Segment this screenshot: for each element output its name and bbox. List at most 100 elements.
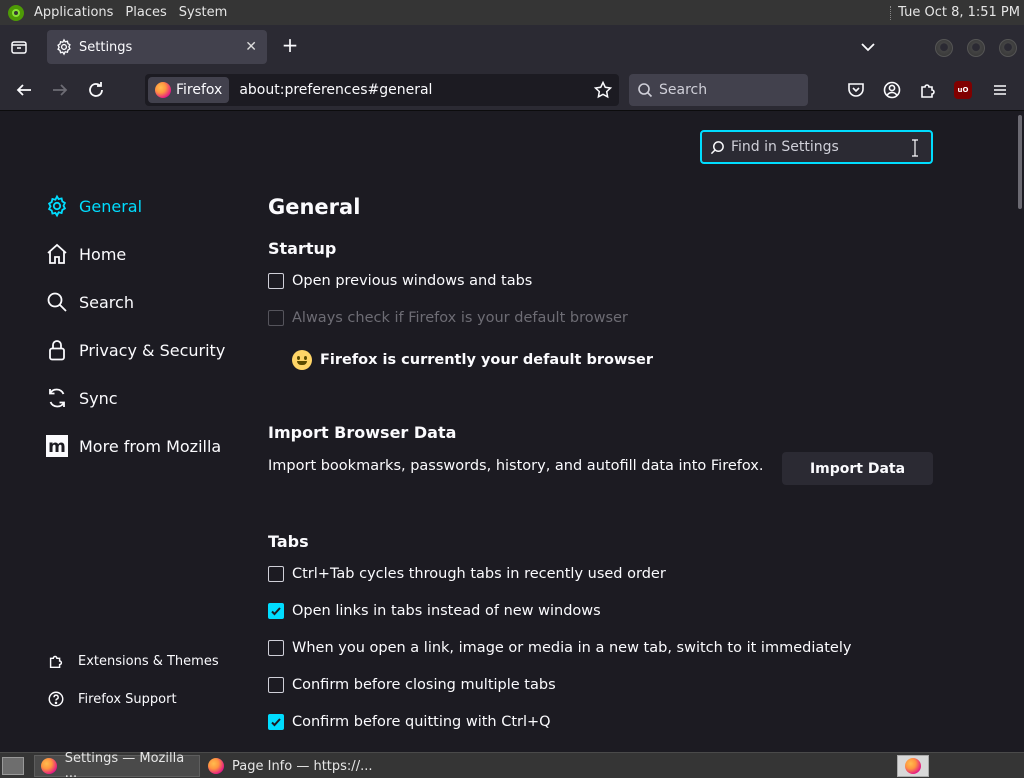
identity-label: Firefox bbox=[176, 82, 223, 98]
search-icon bbox=[47, 292, 67, 312]
switch-to-new-tab-option[interactable]: When you open a link, image or media in … bbox=[268, 637, 851, 659]
clock[interactable]: Tue Oct 8, 1:51 PM bbox=[898, 5, 1020, 20]
option-label: Open links in tabs instead of new window… bbox=[292, 603, 601, 619]
sidebar-item-label: Search bbox=[79, 292, 134, 312]
lock-icon bbox=[49, 340, 65, 361]
firefox-logo-icon bbox=[155, 82, 171, 98]
taskbar-item-page-info[interactable]: Page Info — https://... bbox=[202, 755, 382, 777]
option-label: Ctrl+Tab cycles through tabs in recently… bbox=[292, 566, 666, 582]
hamburger-menu-icon[interactable] bbox=[990, 80, 1010, 100]
option-label: Open previous windows and tabs bbox=[292, 273, 533, 289]
checkbox[interactable] bbox=[268, 677, 284, 693]
import-data-button[interactable]: Import Data bbox=[782, 452, 933, 485]
sync-icon bbox=[49, 388, 65, 408]
minimize-window-button[interactable] bbox=[935, 39, 953, 57]
scrollbar-thumb[interactable] bbox=[1018, 115, 1022, 209]
top-panel: Applications Places System Tue Oct 8, 1:… bbox=[0, 0, 1024, 25]
navigation-toolbar: Firefox about:preferences#general Search… bbox=[0, 69, 1024, 111]
reload-icon[interactable] bbox=[86, 80, 106, 100]
sidebar-item-privacy[interactable]: Privacy & Security bbox=[45, 335, 225, 365]
pocket-icon[interactable] bbox=[846, 80, 866, 100]
home-icon bbox=[47, 243, 67, 264]
checkbox-checked[interactable] bbox=[268, 603, 284, 619]
smiley-face-icon bbox=[292, 350, 312, 370]
sidebar-item-home[interactable]: Home bbox=[45, 239, 126, 269]
text-cursor-icon bbox=[912, 139, 918, 157]
tab-strip: Settings ✕ + bbox=[0, 25, 1024, 69]
close-window-button[interactable] bbox=[999, 39, 1017, 57]
sidebar-item-general[interactable]: General bbox=[45, 191, 142, 221]
confirm-quitting-option[interactable]: Confirm before quitting with Ctrl+Q bbox=[268, 711, 551, 733]
default-browser-note: Firefox is currently your default browse… bbox=[292, 347, 653, 373]
ublock-origin-icon[interactable]: uO bbox=[954, 81, 972, 99]
show-desktop-button[interactable] bbox=[2, 757, 24, 775]
import-description: Import bookmarks, passwords, history, an… bbox=[268, 458, 764, 474]
search-icon bbox=[638, 83, 653, 98]
clock-area[interactable]: Tue Oct 8, 1:51 PM bbox=[890, 0, 1020, 25]
svg-text:m: m bbox=[48, 437, 66, 457]
taskbar: Settings — Mozilla ... Page Info — https… bbox=[0, 751, 1024, 778]
extensions-themes-link[interactable]: Extensions & Themes bbox=[47, 650, 219, 672]
identity-box[interactable]: Firefox bbox=[148, 77, 230, 103]
task-title: Page Info — https://... bbox=[232, 758, 373, 774]
import-browser-data-heading: Import Browser Data bbox=[268, 423, 457, 442]
checkbox[interactable] bbox=[268, 273, 284, 289]
firefox-logo-icon bbox=[41, 758, 57, 774]
extensions-puzzle-icon[interactable] bbox=[918, 80, 938, 100]
option-label: Confirm before quitting with Ctrl+Q bbox=[292, 714, 551, 730]
default-browser-text: Firefox is currently your default browse… bbox=[320, 352, 653, 368]
close-tab-icon[interactable]: ✕ bbox=[245, 39, 257, 55]
always-check-default-option: Always check if Firefox is your default … bbox=[268, 307, 628, 329]
option-label: Always check if Firefox is your default … bbox=[292, 310, 628, 326]
bookmark-star-icon[interactable] bbox=[593, 80, 613, 100]
back-arrow-icon[interactable] bbox=[14, 80, 34, 100]
mozilla-m-icon: m bbox=[46, 435, 68, 457]
option-label: Confirm before closing multiple tabs bbox=[292, 677, 556, 693]
firefox-view-icon[interactable] bbox=[9, 37, 29, 57]
open-previous-windows-option[interactable]: Open previous windows and tabs bbox=[268, 270, 532, 292]
task-title: Settings — Mozilla ... bbox=[64, 751, 185, 778]
new-tab-button[interactable]: + bbox=[279, 35, 301, 57]
sidebar-item-sync[interactable]: Sync bbox=[45, 383, 118, 413]
open-links-in-tabs-option[interactable]: Open links in tabs instead of new window… bbox=[268, 600, 601, 622]
workspace-switcher[interactable] bbox=[897, 755, 929, 777]
sidebar-item-search[interactable]: Search bbox=[45, 287, 134, 317]
forward-arrow-icon[interactable] bbox=[50, 80, 70, 100]
firefox-support-link[interactable]: Firefox Support bbox=[47, 688, 177, 710]
help-icon bbox=[48, 691, 64, 707]
menu-places[interactable]: Places bbox=[119, 0, 172, 25]
account-icon[interactable] bbox=[882, 80, 902, 100]
url-text[interactable]: about:preferences#general bbox=[239, 82, 432, 98]
firefox-logo-icon bbox=[905, 758, 921, 774]
applications-logo-icon[interactable] bbox=[8, 4, 24, 21]
chevron-down-icon[interactable] bbox=[858, 37, 878, 57]
tab-settings[interactable]: Settings ✕ bbox=[47, 30, 267, 64]
extensions-themes-label: Extensions & Themes bbox=[78, 653, 219, 669]
extensions-puzzle-icon bbox=[49, 655, 63, 669]
menu-system[interactable]: System bbox=[173, 0, 233, 25]
maximize-window-button[interactable] bbox=[967, 39, 985, 57]
sidebar-item-label: More from Mozilla bbox=[79, 436, 222, 456]
startup-heading: Startup bbox=[268, 239, 337, 258]
checkbox[interactable] bbox=[268, 566, 284, 582]
ctrl-tab-cycles-option[interactable]: Ctrl+Tab cycles through tabs in recently… bbox=[268, 563, 666, 585]
menu-applications[interactable]: Applications bbox=[28, 0, 119, 25]
sidebar-item-more-from-mozilla[interactable]: m More from Mozilla bbox=[45, 431, 221, 461]
confirm-closing-tabs-option[interactable]: Confirm before closing multiple tabs bbox=[268, 674, 556, 696]
option-label: When you open a link, image or media in … bbox=[292, 640, 852, 656]
taskbar-item-settings[interactable]: Settings — Mozilla ... bbox=[34, 751, 200, 778]
sidebar-item-label: General bbox=[79, 196, 143, 216]
sidebar-item-label: Privacy & Security bbox=[79, 340, 226, 360]
gear-icon bbox=[47, 194, 67, 218]
search-placeholder: Search bbox=[659, 82, 708, 98]
checkbox-checked[interactable] bbox=[268, 714, 284, 730]
settings-page: General Home Search Privacy & Security S… bbox=[0, 111, 1024, 752]
panel-separator bbox=[890, 5, 892, 20]
find-in-settings-input[interactable] bbox=[731, 139, 901, 155]
find-in-settings-box[interactable] bbox=[700, 130, 933, 164]
sidebar-item-label: Sync bbox=[79, 388, 118, 408]
checkbox[interactable] bbox=[268, 640, 284, 656]
firefox-logo-icon bbox=[208, 758, 224, 774]
search-bar[interactable]: Search bbox=[629, 74, 808, 106]
url-bar[interactable]: Firefox about:preferences#general bbox=[145, 74, 619, 106]
